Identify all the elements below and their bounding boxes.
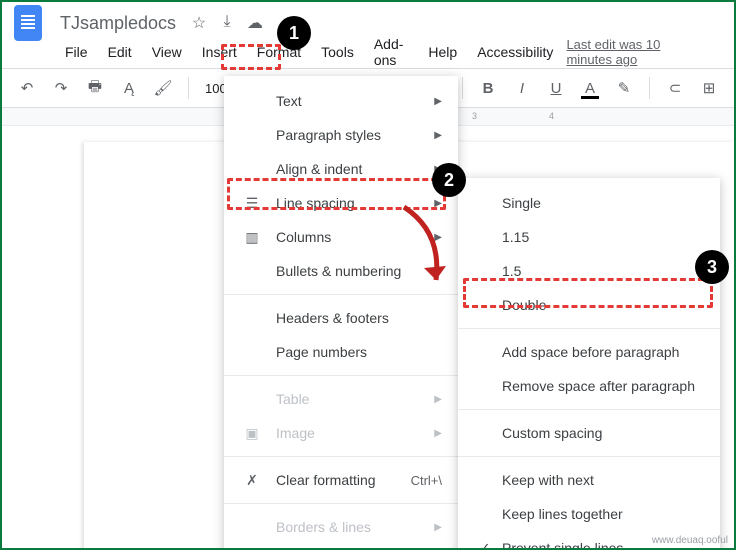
underline-button[interactable]: U xyxy=(543,75,569,101)
spacing-add-before[interactable]: Add space before paragraph xyxy=(458,335,720,369)
highlight-color-icon[interactable]: ✎ xyxy=(611,75,637,101)
separator xyxy=(224,375,458,376)
menu-tools[interactable]: Tools xyxy=(314,40,361,64)
menu-help[interactable]: Help xyxy=(421,40,464,64)
menu-accessibility[interactable]: Accessibility xyxy=(470,40,560,64)
spacing-custom[interactable]: Custom spacing xyxy=(458,416,720,450)
menu-edit[interactable]: Edit xyxy=(101,40,139,64)
menu-insert[interactable]: Insert xyxy=(195,40,244,64)
format-text[interactable]: Text▶ xyxy=(224,84,458,118)
spacing-keep-next[interactable]: Keep with next xyxy=(458,463,720,497)
separator xyxy=(649,77,650,99)
separator xyxy=(458,409,720,410)
line-spacing-dropdown: Single 1.15 1.5 Double Add space before … xyxy=(458,178,720,550)
format-align-indent[interactable]: Align & indent▶ xyxy=(224,152,458,186)
format-image: ▣Image▶ xyxy=(224,416,458,450)
checkmark-icon: ✓ xyxy=(476,540,494,550)
spacing-15[interactable]: 1.5 xyxy=(458,254,720,288)
separator xyxy=(458,456,720,457)
star-icon[interactable]: ☆ xyxy=(190,13,208,33)
format-borders-lines: Borders & lines▶ xyxy=(224,510,458,544)
format-page-numbers[interactable]: Page numbers xyxy=(224,335,458,369)
format-clear-formatting[interactable]: ✗Clear formattingCtrl+\ xyxy=(224,463,458,497)
step-badge-3: 3 xyxy=(695,250,729,284)
print-icon[interactable]: 🖶 xyxy=(82,75,108,101)
app-window: TJsampledocs ☆ ⤓ ☁ File Edit View Insert… xyxy=(0,0,736,550)
bold-button[interactable]: B xyxy=(475,75,501,101)
format-headers-footers[interactable]: Headers & footers xyxy=(224,301,458,335)
docs-logo-icon[interactable] xyxy=(14,5,42,41)
add-comment-icon[interactable]: ⊞ xyxy=(696,75,722,101)
clear-format-icon: ✗ xyxy=(240,472,264,489)
columns-icon: ▥ xyxy=(240,229,264,246)
image-icon: ▣ xyxy=(240,425,264,442)
ruler-tick: 4 xyxy=(549,111,554,121)
spacing-keep-lines[interactable]: Keep lines together xyxy=(458,497,720,531)
spacing-remove-after[interactable]: Remove space after paragraph xyxy=(458,369,720,403)
document-title[interactable]: TJsampledocs xyxy=(54,13,182,34)
format-dropdown: Text▶ Paragraph styles▶ Align & indent▶ … xyxy=(224,76,458,550)
ruler-tick: 3 xyxy=(472,111,477,121)
spellcheck-icon[interactable]: Ą xyxy=(116,75,142,101)
line-spacing-icon: ☰ xyxy=(240,195,264,212)
menu-addons[interactable]: Add-ons xyxy=(367,32,416,72)
spacing-single[interactable]: Single xyxy=(458,186,720,220)
separator xyxy=(458,328,720,329)
menu-file[interactable]: File xyxy=(58,40,95,64)
move-folder-icon[interactable]: ⤓ xyxy=(218,13,236,33)
last-edit-link[interactable]: Last edit was 10 minutes ago xyxy=(566,37,678,67)
cloud-status-icon[interactable]: ☁ xyxy=(246,13,264,33)
format-paragraph-styles[interactable]: Paragraph styles▶ xyxy=(224,118,458,152)
separator xyxy=(224,503,458,504)
undo-icon[interactable]: ↶ xyxy=(14,75,40,101)
insert-link-icon[interactable]: ⊂ xyxy=(662,75,688,101)
watermark: www.deuaq.ooful xyxy=(652,535,728,546)
paint-format-icon[interactable]: 🖌 xyxy=(150,75,176,101)
menu-bar: File Edit View Insert Format Tools Add-o… xyxy=(2,36,734,64)
separator xyxy=(462,77,463,99)
title-bar: TJsampledocs ☆ ⤓ ☁ xyxy=(2,2,734,36)
annotation-arrow-icon xyxy=(394,202,464,297)
format-table: Table▶ xyxy=(224,382,458,416)
menu-view[interactable]: View xyxy=(145,40,189,64)
spacing-115[interactable]: 1.15 xyxy=(458,220,720,254)
text-color-button[interactable]: A xyxy=(577,75,603,101)
separator xyxy=(224,456,458,457)
spacing-double[interactable]: Double xyxy=(458,288,720,322)
redo-icon[interactable]: ↷ xyxy=(48,75,74,101)
separator xyxy=(188,77,189,99)
italic-button[interactable]: I xyxy=(509,75,535,101)
step-badge-1: 1 xyxy=(277,16,311,50)
step-badge-2: 2 xyxy=(432,163,466,197)
